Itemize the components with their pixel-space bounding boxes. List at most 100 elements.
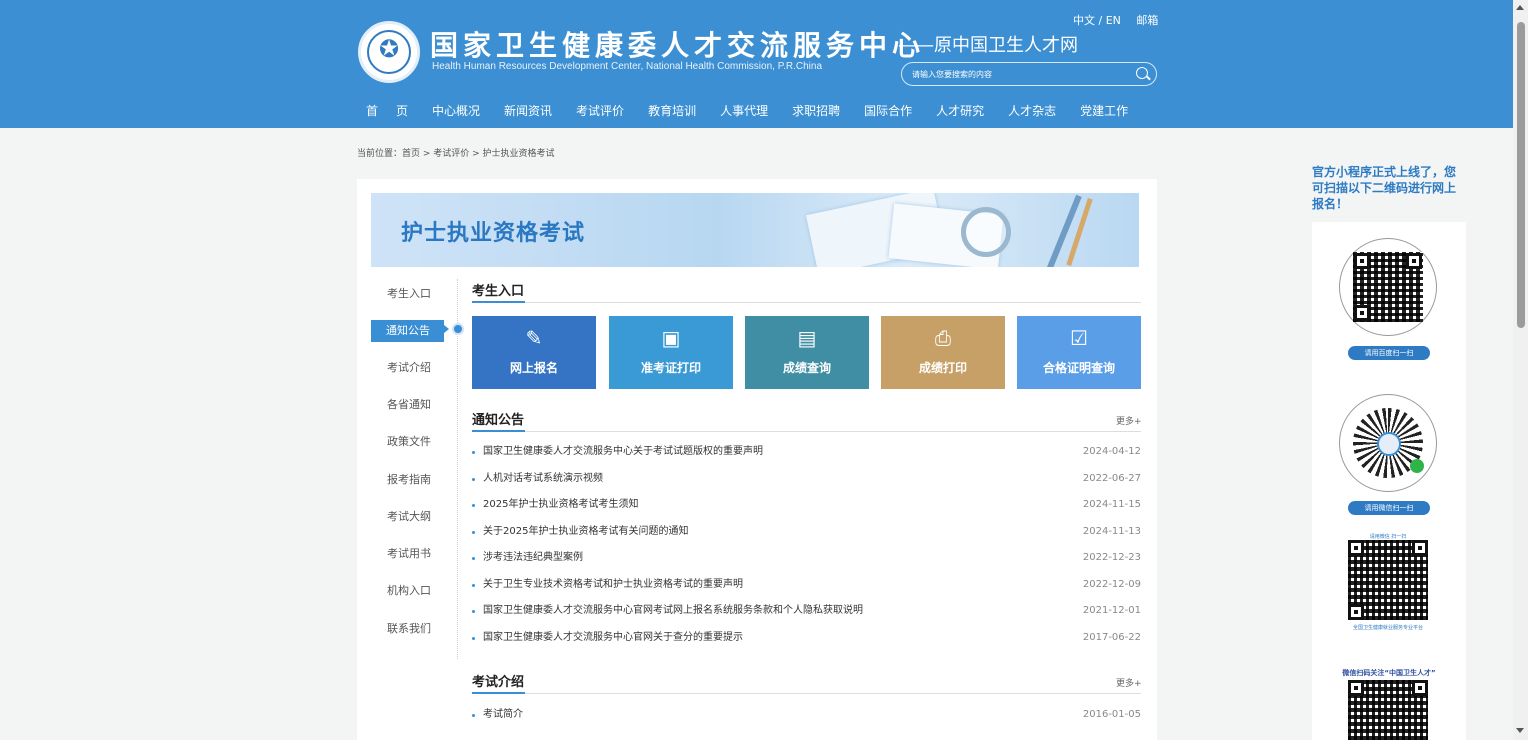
search-icon[interactable]: [1136, 67, 1148, 79]
side-item-contact[interactable]: 联系我们: [371, 618, 444, 640]
tile-label: 成绩查询: [782, 361, 831, 375]
list-item-title[interactable]: 人机对话考试系统演示视频: [483, 466, 603, 493]
nav-exam[interactable]: 考试评价: [576, 102, 624, 119]
list-item-title[interactable]: 国家卫生健康委人才交流服务中心官网关于查分的重要提示: [483, 625, 743, 652]
side-item-provinces[interactable]: 各省通知: [371, 394, 444, 416]
list-item-date: 2022-12-23: [1082, 552, 1141, 563]
list-item[interactable]: 关于卫生专业技术资格考试和护士执业资格考试的重要声明 2022-12-09: [472, 572, 1141, 599]
promo-box: 请用百度扫一扫 请用微信扫一扫 请用微信 扫一扫 全国卫生健康就业服务专业平台 …: [1312, 222, 1466, 740]
list-item[interactable]: 2025年护士执业资格考试考生须知 2024-11-15: [472, 492, 1141, 519]
platform-caption: 全国卫生健康就业服务专业平台: [1352, 625, 1423, 631]
pen-icon: ✎: [525, 326, 543, 350]
score-query-button[interactable]: ▤ 成绩查询: [745, 316, 869, 389]
register-button[interactable]: ✎ 网上报名: [472, 316, 596, 389]
list-item[interactable]: 涉考违法违纪典型案例 2022-12-23: [472, 545, 1141, 572]
list-item-title[interactable]: 考试简介: [483, 702, 523, 729]
score-print-button[interactable]: ⎙ 成绩打印: [881, 316, 1005, 389]
site-header: ✪ 国家卫生健康委人才交流服务中心 Health Human Resources…: [0, 0, 1513, 128]
magnifier-icon: [961, 207, 1011, 257]
page-title: 护士执业资格考试: [401, 221, 586, 246]
side-item-guide[interactable]: 报考指南: [371, 469, 444, 491]
wechat-icon: [1410, 459, 1424, 473]
side-item-entry[interactable]: 考生入口: [371, 283, 444, 305]
list-item-title[interactable]: 国家卫生健康委人才交流服务中心关于考试试题版权的重要声明: [483, 439, 763, 466]
entry-divider: [472, 301, 1141, 303]
star-icon: ✪: [378, 35, 400, 63]
side-divider: [457, 279, 458, 659]
list-item-date: 2016-01-05: [1082, 709, 1141, 720]
active-arrow-icon: [444, 325, 449, 333]
promo-title: 官方小程序正式上线了，您可扫描以下二维码进行网上报名！: [1312, 165, 1457, 211]
site-title-en: Health Human Resources Development Cente…: [432, 61, 822, 72]
wechat-scan-label: 请用微信扫一扫: [1348, 501, 1430, 515]
entry-tiles: ✎ 网上报名 ▣ 准考证打印 ▤ 成绩查询 ⎙ 成绩打印 ☑ 合格证明查询: [472, 316, 1141, 389]
platform-qr-code: [1348, 540, 1428, 620]
side-item-policy[interactable]: 政策文件: [371, 431, 444, 453]
search-doc-icon: ▤: [797, 326, 817, 350]
intro-list: 考试简介 2016-01-05: [472, 702, 1141, 729]
certificate-query-button[interactable]: ☑ 合格证明查询: [1017, 316, 1141, 389]
list-item[interactable]: 国家卫生健康委人才交流服务中心官网考试网上报名系统服务条款和个人隐私获取说明 20…: [472, 598, 1141, 625]
scroll-up-icon[interactable]: [1516, 5, 1524, 10]
search-input[interactable]: [912, 67, 1112, 81]
list-item-date: 2024-04-12: [1082, 446, 1141, 457]
nav-news[interactable]: 新闻资讯: [504, 102, 552, 119]
page-scrollbar[interactable]: [1513, 0, 1528, 740]
main-nav: 首页 中心概况 新闻资讯 考试评价 教育培训 人事代理 求职招聘 国际合作 人才…: [366, 102, 1152, 119]
logo-icon: [1377, 432, 1401, 456]
top-links: 中文 / EN 邮箱: [1073, 12, 1158, 28]
list-item-title[interactable]: 关于卫生专业技术资格考试和护士执业资格考试的重要声明: [483, 572, 743, 599]
scroll-down-icon[interactable]: [1516, 728, 1524, 733]
list-item[interactable]: 关于2025年护士执业资格考试有关问题的通知 2024-11-13: [472, 519, 1141, 546]
breadcrumb: 当前位置：首页 > 考试评价 > 护士执业资格考试: [357, 149, 555, 159]
notices-list: 国家卫生健康委人才交流服务中心关于考试试题版权的重要声明 2024-04-12 人…: [472, 439, 1141, 651]
list-item-date: 2022-06-27: [1082, 472, 1141, 484]
nav-training[interactable]: 教育培训: [648, 102, 696, 119]
list-item[interactable]: 人机对话考试系统演示视频 2022-06-27: [472, 466, 1141, 493]
entry-title: 考生入口: [472, 284, 525, 299]
site-logo[interactable]: ✪: [358, 21, 420, 83]
list-item-date: 2024-11-13: [1082, 525, 1141, 537]
site-subtitle: ——原中国卫生人才网: [898, 35, 1078, 56]
tile-label: 网上报名: [509, 361, 558, 375]
certificate-icon: ☑: [1070, 326, 1088, 350]
admission-print-button[interactable]: ▣ 准考证打印: [609, 316, 733, 389]
nav-personnel[interactable]: 人事代理: [720, 102, 768, 119]
side-item-notices[interactable]: 通知公告: [371, 320, 444, 342]
nav-home[interactable]: 首页: [366, 102, 426, 119]
list-item-date: 2017-06-22: [1082, 631, 1141, 643]
intro-more-link[interactable]: 更多+: [1116, 676, 1142, 689]
notices-more-link[interactable]: 更多+: [1116, 414, 1142, 427]
list-item-title[interactable]: 2025年护士执业资格考试考生须知: [483, 492, 638, 519]
nav-magazine[interactable]: 人才杂志: [1008, 102, 1056, 119]
nav-international[interactable]: 国际合作: [864, 102, 912, 119]
list-item-title[interactable]: 国家卫生健康委人才交流服务中心官网考试网上报名系统服务条款和个人隐私获取说明: [483, 598, 863, 625]
printer-icon: ⎙: [935, 326, 951, 350]
list-item[interactable]: 考试简介 2016-01-05: [472, 702, 1141, 729]
nav-jobs[interactable]: 求职招聘: [792, 102, 840, 119]
list-item-title[interactable]: 涉考违法违纪典型案例: [483, 545, 583, 572]
intro-divider: [472, 692, 1141, 694]
side-item-syllabus[interactable]: 考试大纲: [371, 506, 444, 528]
list-item[interactable]: 国家卫生健康委人才交流服务中心关于考试试题版权的重要声明 2024-04-12: [472, 439, 1141, 466]
notices-title: 通知公告: [472, 413, 525, 428]
scroll-thumb[interactable]: [1517, 22, 1525, 328]
baidu-scan-label: 请用百度扫一扫: [1348, 346, 1430, 360]
site-title: 国家卫生健康委人才交流服务中心: [430, 29, 926, 62]
nav-research[interactable]: 人才研究: [936, 102, 984, 119]
language-switch[interactable]: 中文 / EN: [1073, 14, 1121, 27]
list-item-title[interactable]: 关于2025年护士执业资格考试有关问题的通知: [483, 519, 688, 546]
side-item-books[interactable]: 考试用书: [371, 543, 444, 565]
side-item-institution[interactable]: 机构入口: [371, 580, 444, 602]
list-item-date: 2021-12-01: [1082, 605, 1141, 616]
intro-title: 考试介绍: [472, 675, 525, 690]
page-banner: 护士执业资格考试: [371, 193, 1139, 267]
nav-party[interactable]: 党建工作: [1080, 102, 1128, 119]
mail-link[interactable]: 邮箱: [1136, 14, 1158, 27]
side-item-intro[interactable]: 考试介绍: [371, 357, 444, 379]
scan-caption: 请用微信 扫一扫: [1369, 534, 1407, 540]
follow-qr-code: [1348, 680, 1428, 740]
list-item[interactable]: 国家卫生健康委人才交流服务中心官网关于查分的重要提示 2017-06-22: [472, 625, 1141, 652]
nav-about[interactable]: 中心概况: [432, 102, 480, 119]
follow-caption: 微信扫码关注“中国卫生人才”: [1342, 669, 1436, 677]
